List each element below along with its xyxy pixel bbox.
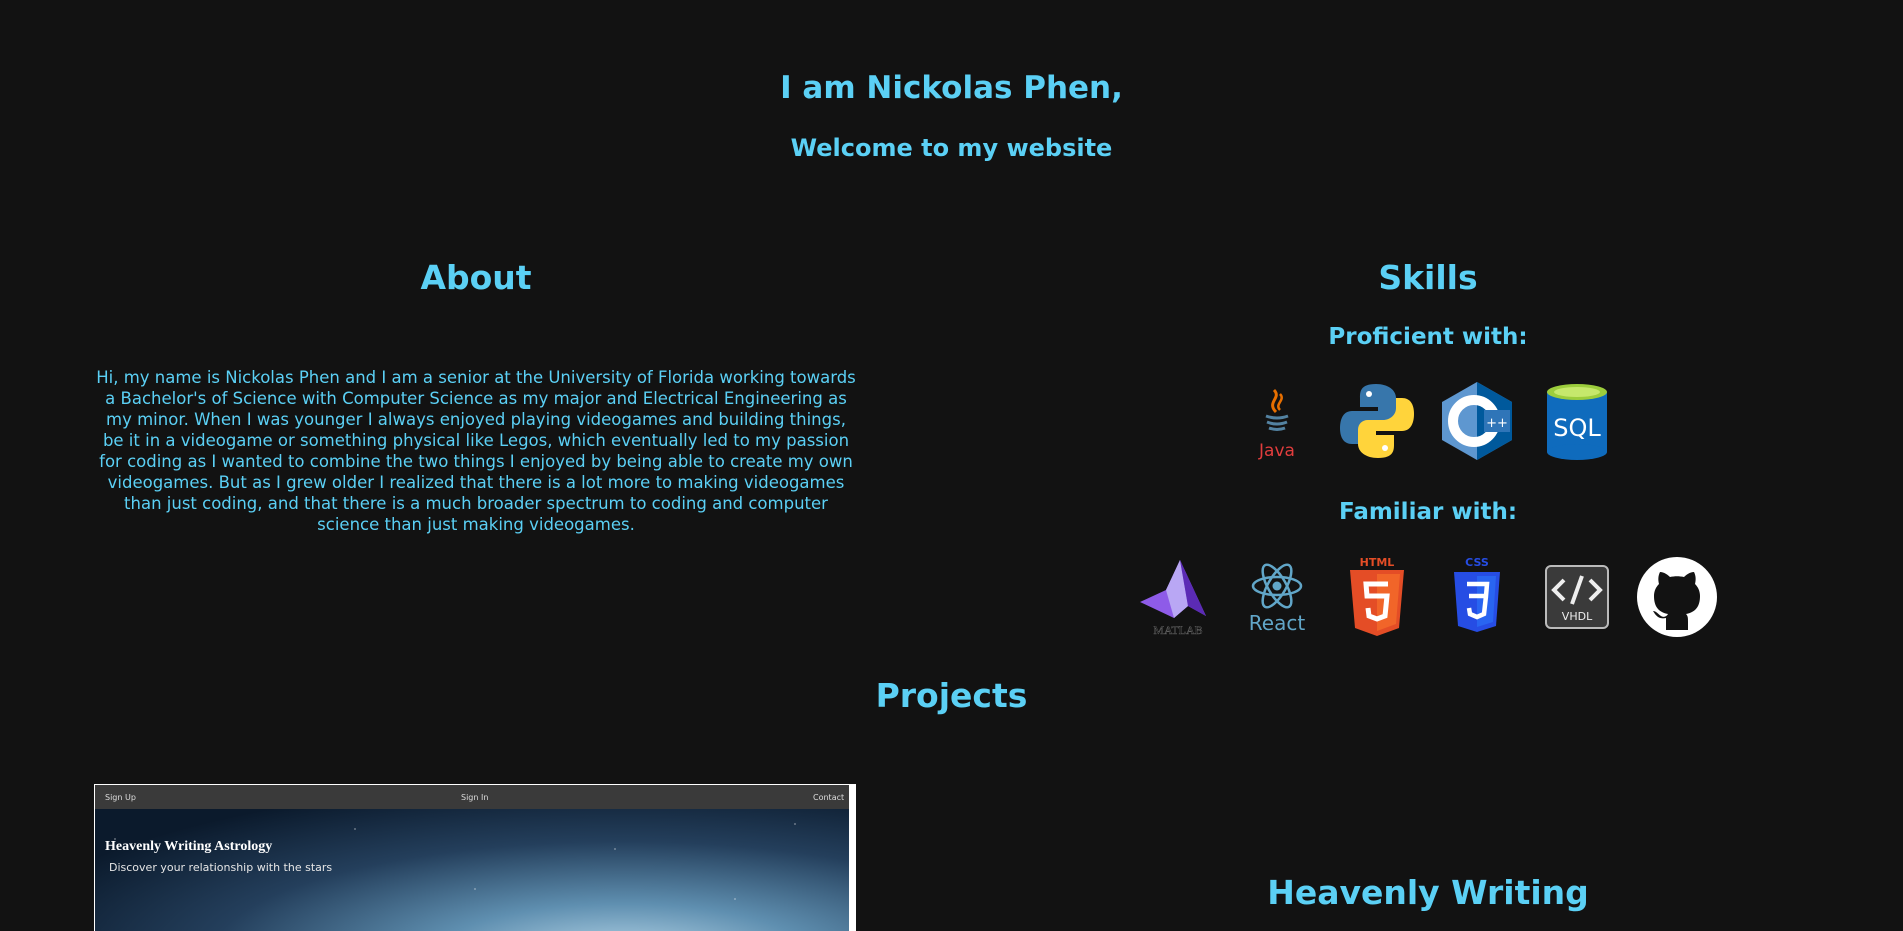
css3-icon: CSS (1436, 556, 1518, 638)
html5-icon-label: HTML (1360, 556, 1395, 569)
familiar-heading: Familiar with: (1338, 499, 1518, 525)
skills-heading: Skills (1378, 258, 1478, 297)
html5-icon: HTML (1336, 556, 1418, 638)
java-icon: Java (1236, 380, 1318, 462)
matlab-icon-label: MATLAB (1153, 623, 1202, 637)
css3-icon-label: CSS (1465, 556, 1489, 569)
screenshot-tagline: Discover your relationship with the star… (109, 861, 333, 874)
vhdl-icon: VHDL (1536, 556, 1618, 638)
python-icon (1336, 380, 1418, 462)
projects-heading: Projects (875, 676, 1028, 715)
vhdl-icon-label: VHDL (1562, 610, 1593, 623)
welcome-subheading: Welcome to my website (790, 134, 1113, 162)
familiar-icons: MATLAB React HTML CSS VHDL (1136, 556, 1718, 638)
screenshot-nav-contact: Contact (813, 793, 845, 802)
screenshot-nav: Sign Up Sign In Contact (95, 785, 849, 809)
screenshot-site-title: Heavenly Writing Astrology (105, 839, 273, 854)
screenshot-nav-sign-in: Sign In (461, 793, 489, 802)
java-icon-label: Java (1258, 441, 1295, 461)
sql-icon-label: SQL (1553, 414, 1601, 442)
about-heading: About (420, 258, 532, 297)
screenshot-hero: Heavenly Writing Astrology Discover your… (95, 809, 849, 931)
github-icon (1636, 556, 1718, 638)
svg-text:++: ++ (1486, 416, 1508, 431)
project-title: Heavenly Writing (1267, 873, 1589, 912)
react-icon: React (1236, 556, 1318, 638)
proficient-icons: Java ++ SQL (1236, 380, 1618, 462)
project-screenshot[interactable]: Sign Up Sign In Contact Heavenly Writing… (94, 784, 856, 931)
matlab-icon: MATLAB (1136, 556, 1218, 638)
sql-icon: SQL (1536, 380, 1618, 462)
cplusplus-icon: ++ (1436, 380, 1518, 462)
screenshot-nav-sign-up: Sign Up (105, 793, 136, 802)
intro-heading: I am Nickolas Phen, (780, 70, 1123, 106)
about-paragraph: Hi, my name is Nickolas Phen and I am a … (96, 368, 856, 534)
proficient-heading: Proficient with: (1328, 324, 1528, 350)
react-icon-label: React (1249, 611, 1306, 635)
